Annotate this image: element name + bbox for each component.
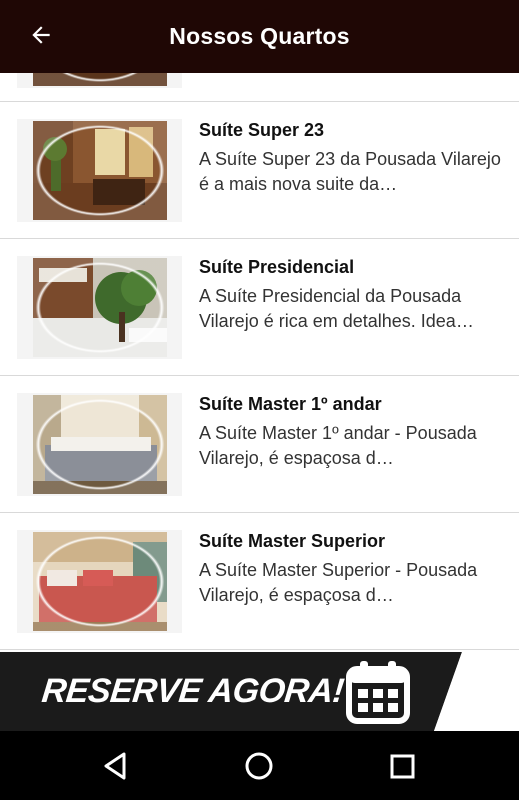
room-thumbnail (17, 393, 182, 496)
room-description: A Suíte Master 1º andar - Pousada Vilare… (199, 423, 477, 468)
room-list[interactable]: Suíte Super 23 A Suíte Super 23 da Pousa… (0, 73, 519, 652)
room-thumbnail (17, 73, 182, 88)
room-description: A Suíte Super 23 da Pousada Vilarejo é a… (199, 149, 501, 194)
reserve-now-banner[interactable]: RESERVE AGORA! (0, 652, 519, 731)
room-item-super-23[interactable]: Suíte Super 23 A Suíte Super 23 da Pousa… (0, 102, 519, 239)
nav-recents-button[interactable] (383, 747, 421, 785)
room-title: Suíte Master 1º andar (199, 394, 382, 414)
list-item-partial[interactable] (0, 73, 519, 102)
room-thumbnail (17, 119, 182, 222)
back-button[interactable] (22, 16, 60, 54)
arrow-left-icon (32, 26, 50, 44)
room-description: A Suíte Presidencial da Pousada Vilarejo… (199, 286, 474, 331)
room-thumbnail (17, 530, 182, 633)
page-title: Nossos Quartos (169, 23, 350, 49)
nav-back-icon (104, 752, 126, 780)
calendar-icon (346, 661, 410, 724)
reserve-now-label: RESERVE AGORA! (40, 672, 346, 710)
room-item-presidencial[interactable]: Suíte Presidencial A Suíte Presidencial … (0, 239, 519, 376)
room-item-master-superior[interactable]: Suíte Master Superior A Suíte Master Sup… (0, 513, 519, 650)
nav-home-icon (245, 752, 273, 780)
room-thumbnail (17, 256, 182, 359)
nav-back-button[interactable] (97, 747, 135, 785)
system-nav-bar (0, 731, 519, 800)
room-title: Suíte Master Superior (199, 531, 386, 551)
room-item-master-1-andar[interactable]: Suíte Master 1º andar A Suíte Master 1º … (0, 376, 519, 513)
room-description: A Suíte Master Superior - Pousada Vilare… (199, 560, 478, 605)
app-bar: Nossos Quartos (0, 0, 519, 73)
room-title: Suíte Super 23 (199, 120, 325, 140)
room-title: Suíte Presidencial (199, 257, 355, 277)
nav-recents-icon (390, 754, 415, 779)
nav-home-button[interactable] (240, 747, 278, 785)
